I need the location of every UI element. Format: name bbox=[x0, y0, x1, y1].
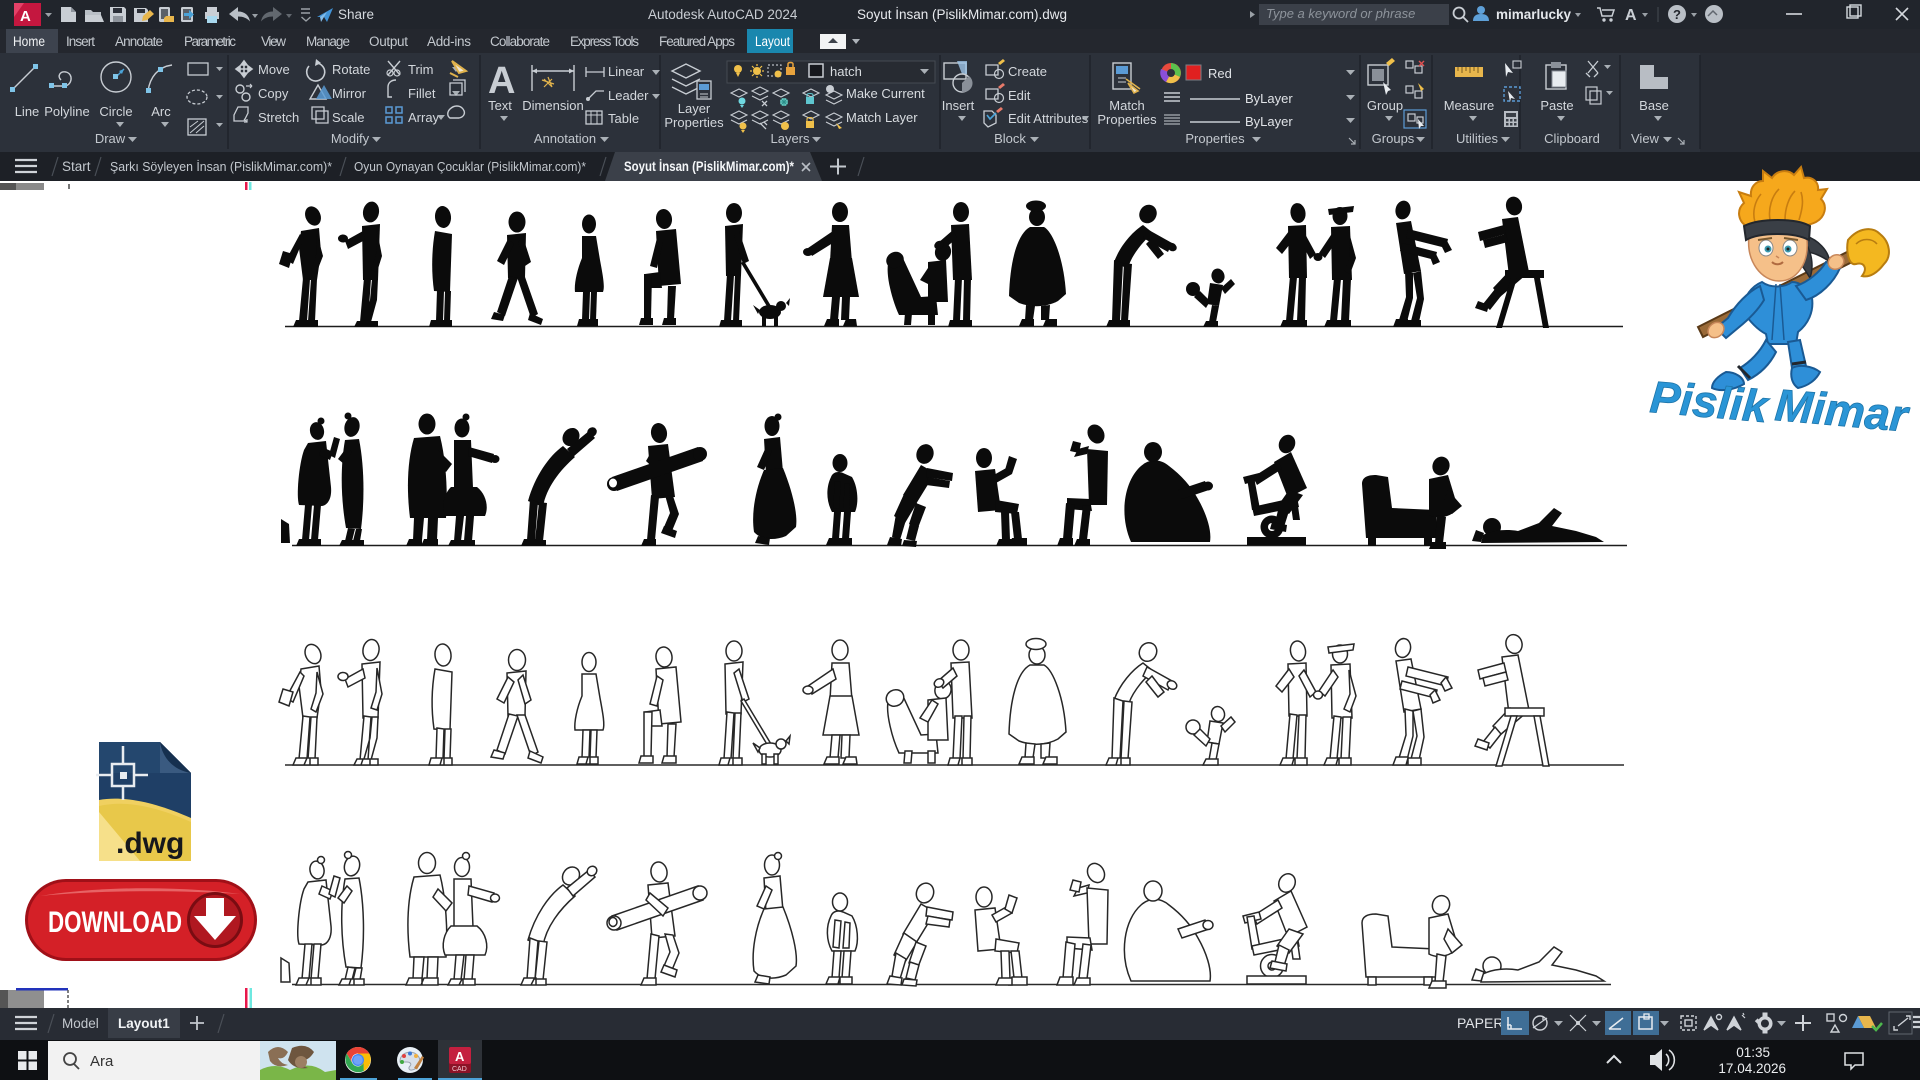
svg-text:PAPER: PAPER bbox=[1457, 1015, 1503, 1031]
svg-text:CAD: CAD bbox=[452, 1066, 467, 1073]
svg-text:Mimar: Mimar bbox=[1773, 379, 1912, 442]
svg-text:Model: Model bbox=[62, 1016, 99, 1031]
svg-text:Pislik: Pislik bbox=[1648, 371, 1772, 432]
svg-text:17.04.2026: 17.04.2026 bbox=[1718, 1061, 1786, 1076]
svg-text:Ara: Ara bbox=[90, 1053, 114, 1070]
svg-text:.dwg: .dwg bbox=[116, 827, 184, 860]
svg-text:Layout1: Layout1 bbox=[118, 1016, 170, 1031]
svg-text:A: A bbox=[455, 1049, 465, 1064]
svg-text:DOWNLOAD: DOWNLOAD bbox=[48, 906, 182, 939]
svg-text:01:35: 01:35 bbox=[1736, 1045, 1770, 1060]
